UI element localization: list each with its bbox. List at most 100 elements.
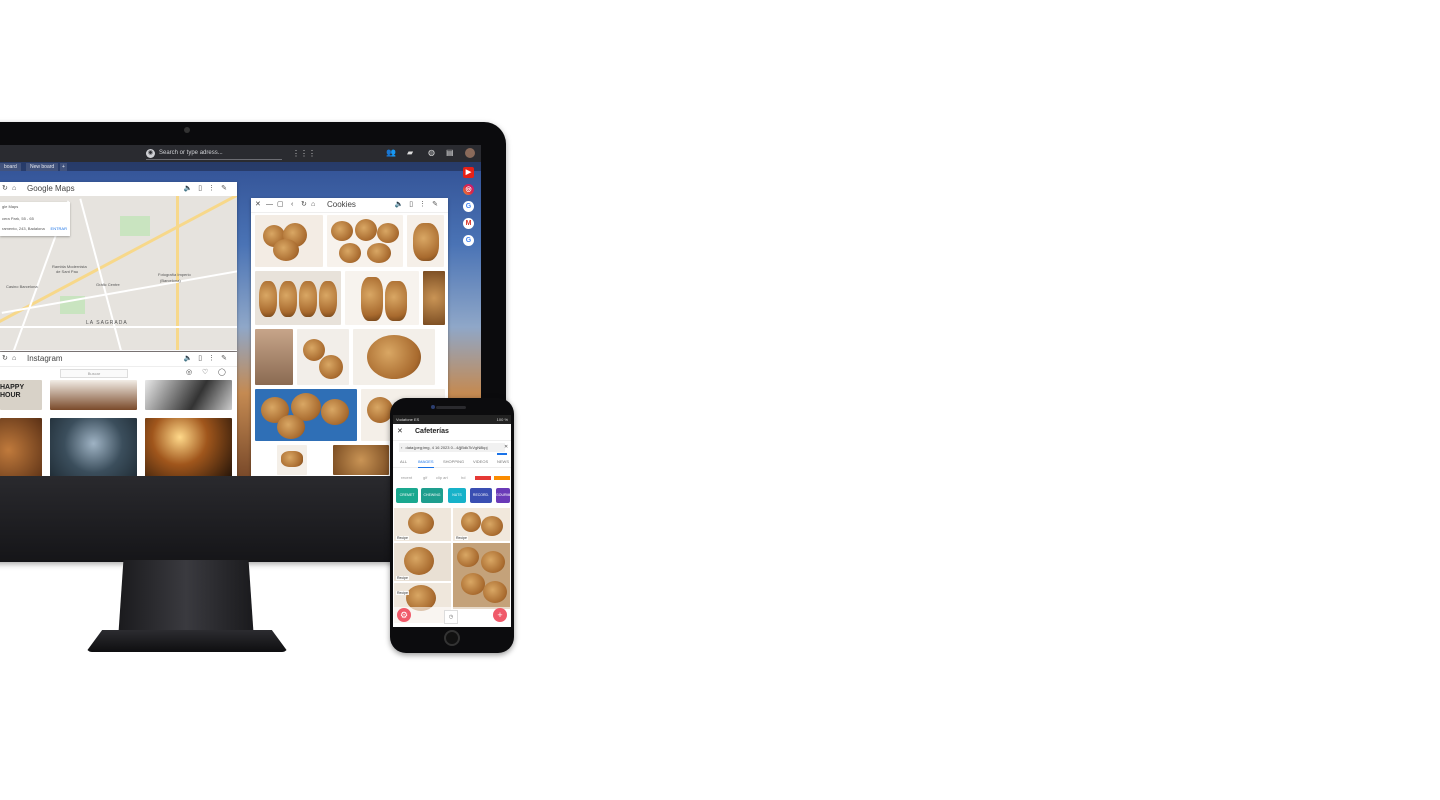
window-controls[interactable]: 🔈▯⋮✎: [184, 182, 233, 196]
cookie-photo[interactable]: [297, 329, 349, 385]
cookie: [377, 223, 399, 243]
cookie-photo[interactable]: [255, 389, 357, 441]
tab-images[interactable]: IMAGES: [418, 457, 434, 468]
phone-image-result[interactable]: Recipe: [394, 543, 451, 581]
close-icon[interactable]: ✕: [397, 424, 403, 440]
phone-image-result[interactable]: Recipe: [394, 508, 451, 541]
youtube-icon[interactable]: ▶: [463, 167, 474, 178]
cookie-photo[interactable]: [255, 271, 341, 325]
google-icon-2[interactable]: G: [463, 235, 474, 246]
cookie: [339, 243, 361, 263]
heart-icon[interactable]: ♡: [202, 368, 208, 376]
profile-icon[interactable]: ◯: [218, 368, 226, 376]
cookie-photo[interactable]: [345, 271, 419, 325]
cookie-photo[interactable]: [327, 215, 403, 267]
reload-icon[interactable]: ↻: [2, 182, 8, 196]
tab-all[interactable]: ALL: [400, 457, 407, 467]
people-icon[interactable]: 👥: [386, 148, 396, 157]
filter-color-orange[interactable]: [494, 476, 510, 480]
filter-color-red[interactable]: [475, 476, 491, 480]
clear-url-icon[interactable]: ✕: [504, 443, 508, 452]
explore-icon[interactable]: ◎: [186, 368, 192, 376]
maximize-icon[interactable]: ▢: [277, 198, 284, 212]
chat-icon[interactable]: ▤: [446, 148, 454, 157]
tab-videos[interactable]: VIDEOS: [473, 457, 488, 467]
reload-icon[interactable]: ↻: [301, 198, 307, 212]
cookie-photo[interactable]: [423, 271, 445, 325]
avatar[interactable]: [465, 148, 475, 158]
google-icon[interactable]: G: [463, 201, 474, 212]
home-icon[interactable]: ⌂: [12, 352, 16, 366]
minimize-icon[interactable]: —: [266, 198, 273, 212]
instagram-photo[interactable]: [50, 418, 137, 476]
cookie: [481, 551, 505, 573]
globe-icon[interactable]: ◍: [428, 148, 435, 157]
cookie: [321, 399, 349, 425]
cookie-photo[interactable]: [333, 445, 389, 475]
cookie: [273, 239, 299, 261]
cookie-photo[interactable]: [255, 329, 293, 385]
folder-icon[interactable]: ▰: [407, 148, 413, 157]
cookie: [457, 547, 479, 567]
home-icon[interactable]: ⌂: [311, 198, 315, 212]
reload-icon[interactable]: ↻: [2, 352, 8, 366]
settings-fab[interactable]: ⚙: [397, 608, 411, 622]
window-controls[interactable]: 🔈▯⋮✎: [184, 352, 233, 366]
phone-nav-button[interactable]: ◷: [444, 610, 458, 624]
cookie-photo[interactable]: [407, 215, 444, 267]
instagram-photo[interactable]: [50, 380, 137, 410]
add-fab[interactable]: +: [493, 608, 507, 622]
back-icon[interactable]: ‹: [291, 198, 293, 212]
home-icon[interactable]: ⌂: [12, 182, 16, 196]
instagram-window[interactable]: ↻ ⌂ Instagram 🔈▯⋮✎ Buscar ◎ ♡ ◯ HAPPY HO…: [0, 352, 237, 476]
apps-grid-icon[interactable]: ⋮⋮⋮: [292, 149, 316, 158]
cookie-photo[interactable]: [277, 445, 307, 475]
instagram-search-input[interactable]: Buscar: [60, 369, 128, 378]
filter-recent[interactable]: recent: [401, 473, 412, 483]
map-label: LA SAGRADA: [86, 320, 128, 326]
window-controls[interactable]: 🔈▯⋮✎: [395, 198, 444, 212]
gmail-icon[interactable]: M: [463, 218, 474, 229]
close-icon[interactable]: ✕: [255, 198, 261, 212]
street: [0, 326, 237, 328]
add-board-button[interactable]: +: [60, 163, 67, 171]
tab-news[interactable]: NEWS: [497, 457, 509, 467]
chip-record[interactable]: RECORD.: [470, 488, 492, 503]
filter-hd[interactable]: hd: [461, 473, 465, 483]
chip-chewing[interactable]: CHEWING: [421, 488, 443, 503]
instagram-photo[interactable]: [145, 380, 232, 410]
phone-home-button[interactable]: [444, 630, 460, 646]
map-search-input[interactable]: gle Maps: [2, 204, 18, 209]
enter-link[interactable]: ENTRAR: [51, 226, 67, 231]
cookie: [367, 335, 421, 379]
chip-gourmet[interactable]: GOURMET: [496, 488, 510, 503]
map-result-1[interactable]: cera Park, 55 - 65: [2, 216, 34, 221]
back-icon[interactable]: ‹: [399, 445, 404, 450]
map-label: de Sant Pau: [56, 269, 79, 274]
tab-board[interactable]: board: [0, 163, 21, 171]
map-view[interactable]: gle Maps cera Park, 55 - 65 ramento, 243…: [0, 196, 237, 350]
tab-shopping[interactable]: SHOPPING: [443, 457, 464, 467]
instagram-photo[interactable]: HAPPY HOUR: [0, 380, 42, 410]
monitor-base: [86, 630, 288, 652]
cookie-photo[interactable]: [255, 215, 323, 267]
instagram-icon[interactable]: ◎: [463, 184, 474, 195]
phone-image-result[interactable]: Recipe: [453, 508, 510, 541]
address-search-input[interactable]: ◉ Search or type adress...: [146, 148, 282, 160]
filter-gif[interactable]: gif: [423, 473, 427, 483]
chip-cremet[interactable]: CREMET: [396, 488, 418, 503]
window-title: Cookies: [327, 200, 356, 209]
map-search-card[interactable]: gle Maps cera Park, 55 - 65 ramento, 243…: [0, 202, 70, 236]
map-result-2[interactable]: ramento, 243, Badalona: [2, 226, 45, 231]
board-tab-bar: board New board +: [0, 162, 481, 171]
tab-new-board[interactable]: New board: [26, 163, 59, 171]
filter-clip-art[interactable]: clip art: [436, 473, 448, 483]
instagram-photo[interactable]: [0, 418, 42, 476]
phone-url-field[interactable]: ‹ data:jpeg;img, 4 16 2023 0...4/jjBdk7k…: [399, 443, 505, 452]
phone-image-result[interactable]: [453, 543, 510, 609]
google-maps-window[interactable]: ↻ ⌂ Google Maps 🔈▯⋮✎ gle Maps cera Park,…: [0, 182, 237, 351]
cookie-photo[interactable]: [353, 329, 435, 385]
chip-nuts[interactable]: NUTS: [448, 488, 466, 503]
instagram-photo[interactable]: [145, 418, 232, 476]
phone-page-title: Cafeterías: [415, 428, 449, 435]
